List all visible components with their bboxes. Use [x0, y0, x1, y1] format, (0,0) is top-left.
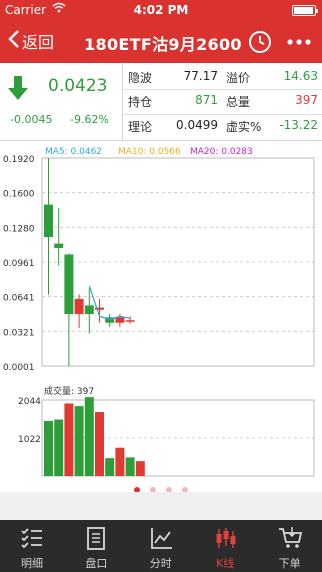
- tab-detail[interactable]: 明细: [0, 520, 64, 572]
- theoretical-value: 0.0499: [176, 118, 218, 132]
- y-tick-label: 0.0961: [3, 259, 35, 269]
- volume-title: 成交量: 397: [44, 385, 94, 397]
- volume-bar: [115, 447, 125, 476]
- y-tick-label: 0.1920: [3, 155, 35, 165]
- candlestick-icon: [216, 528, 236, 548]
- candle-body: [125, 320, 135, 322]
- total-volume-cell: 总量 397: [222, 90, 322, 112]
- hidden-vol-cell: 隐波 77.17: [124, 66, 222, 88]
- tab-place-order[interactable]: 下单: [258, 520, 322, 572]
- candle-body: [74, 298, 84, 315]
- volume-bar: [44, 420, 53, 476]
- tab-kline[interactable]: K线: [193, 520, 257, 572]
- legend-ma5: MA5: 0.0462: [45, 147, 102, 157]
- chevron-left-icon: [8, 29, 20, 53]
- battery-icon: [292, 5, 318, 16]
- virtual-real-value: -13.22: [279, 118, 318, 132]
- open-interest-cell: 持仓 871: [124, 90, 222, 112]
- tab-order-book[interactable]: 盘口: [64, 520, 128, 572]
- quote-panel: 0.0423 -0.0045 -9.62% 隐波 77.17 溢价 14.63 …: [0, 63, 322, 141]
- legend-ma10: MA10: 0.0566: [118, 147, 181, 157]
- total-volume-label: 总量: [226, 95, 251, 109]
- price-panel-frame: [41, 157, 315, 367]
- tab-label: 明细: [21, 557, 43, 570]
- premium-value: 14.63: [283, 69, 318, 83]
- legend-ma20: MA20: 0.0283: [190, 147, 253, 157]
- tab-label: K线: [216, 557, 235, 570]
- y-tick-label: 0.0641: [3, 294, 35, 304]
- price-change-percent: -9.62%: [70, 113, 109, 126]
- y-tick-label: 0.0001: [3, 363, 35, 373]
- total-volume-value: 397: [295, 93, 318, 107]
- hidden-vol-label: 隐波: [128, 71, 153, 85]
- y-tick-label: 0.0321: [3, 328, 35, 338]
- volume-bar: [54, 419, 64, 476]
- more-button[interactable]: [286, 34, 312, 50]
- status-bar: Carrier 4:02 PM: [0, 0, 322, 20]
- virtual-real-cell: 虚实% -13.22: [222, 115, 322, 137]
- top-bar: Carrier 4:02 PM 返回 180ETF沽9月2600: [0, 0, 322, 63]
- page-title: 180ETF沽9月2600: [84, 35, 242, 54]
- page-indicator[interactable]: [0, 478, 322, 493]
- tab-label: 分时: [149, 557, 172, 570]
- tab-label: 盘口: [85, 557, 108, 570]
- volume-bar: [105, 458, 115, 476]
- theoretical-cell: 理论 0.0499: [124, 115, 222, 137]
- list-check-icon: [21, 528, 42, 549]
- document-icon: [87, 527, 106, 550]
- price-change: -0.0045: [10, 113, 53, 126]
- volume-bar: [84, 397, 94, 476]
- premium-cell: 溢价 14.63: [222, 66, 322, 88]
- y-tick-label: 0.1600: [3, 190, 35, 200]
- back-button[interactable]: 返回: [8, 26, 54, 56]
- kline-chart[interactable]: 0.1920 0.1600 0.1280 0.0961 0.0641 0.0321 0.00…: [0, 142, 322, 478]
- tab-label: 下单: [278, 557, 301, 570]
- candle-body: [44, 204, 53, 238]
- tab-time-share[interactable]: 分时: [129, 520, 193, 572]
- volume-tick-label: 1022: [18, 435, 41, 445]
- open-interest-label: 持仓: [128, 95, 153, 109]
- app-root: Carrier 4:02 PM 返回 180ETF沽9月2600 0.0423 …: [0, 0, 322, 572]
- more-dots-icon: [287, 39, 311, 45]
- last-price: 0.0423: [48, 76, 108, 96]
- candle-body: [54, 243, 64, 248]
- candle-body: [115, 317, 125, 323]
- volume-bar: [64, 403, 74, 476]
- back-label: 返回: [22, 33, 55, 52]
- down-arrow-icon: [7, 75, 29, 101]
- hidden-vol-value: 77.17: [183, 69, 218, 83]
- y-tick-label: 0.1280: [3, 224, 35, 234]
- candle-body: [64, 254, 74, 315]
- theoretical-label: 理论: [128, 120, 153, 134]
- tab-bar: 明细 盘口 分时 K线 下单: [0, 520, 322, 572]
- spacer: [0, 492, 322, 520]
- premium-label: 溢价: [226, 71, 251, 85]
- line-chart-icon: [150, 528, 172, 549]
- clock-button[interactable]: [248, 30, 272, 54]
- candle-body: [84, 305, 94, 315]
- volume-bar: [135, 461, 145, 476]
- volume-bar: [125, 457, 135, 476]
- cart-icon: [278, 527, 302, 548]
- kline-chart-area[interactable]: 0.1920 0.1600 0.1280 0.0961 0.0641 0.0321 0.00…: [0, 142, 322, 492]
- volume-tick-label: 2044: [18, 397, 41, 407]
- clock-icon: [249, 31, 271, 53]
- volume-bar: [74, 406, 84, 476]
- divider: [122, 63, 123, 141]
- volume-bar: [95, 412, 104, 476]
- status-time: 4:02 PM: [133, 3, 189, 17]
- virtual-real-label: 虚实%: [226, 120, 262, 134]
- open-interest-value: 871: [195, 93, 218, 107]
